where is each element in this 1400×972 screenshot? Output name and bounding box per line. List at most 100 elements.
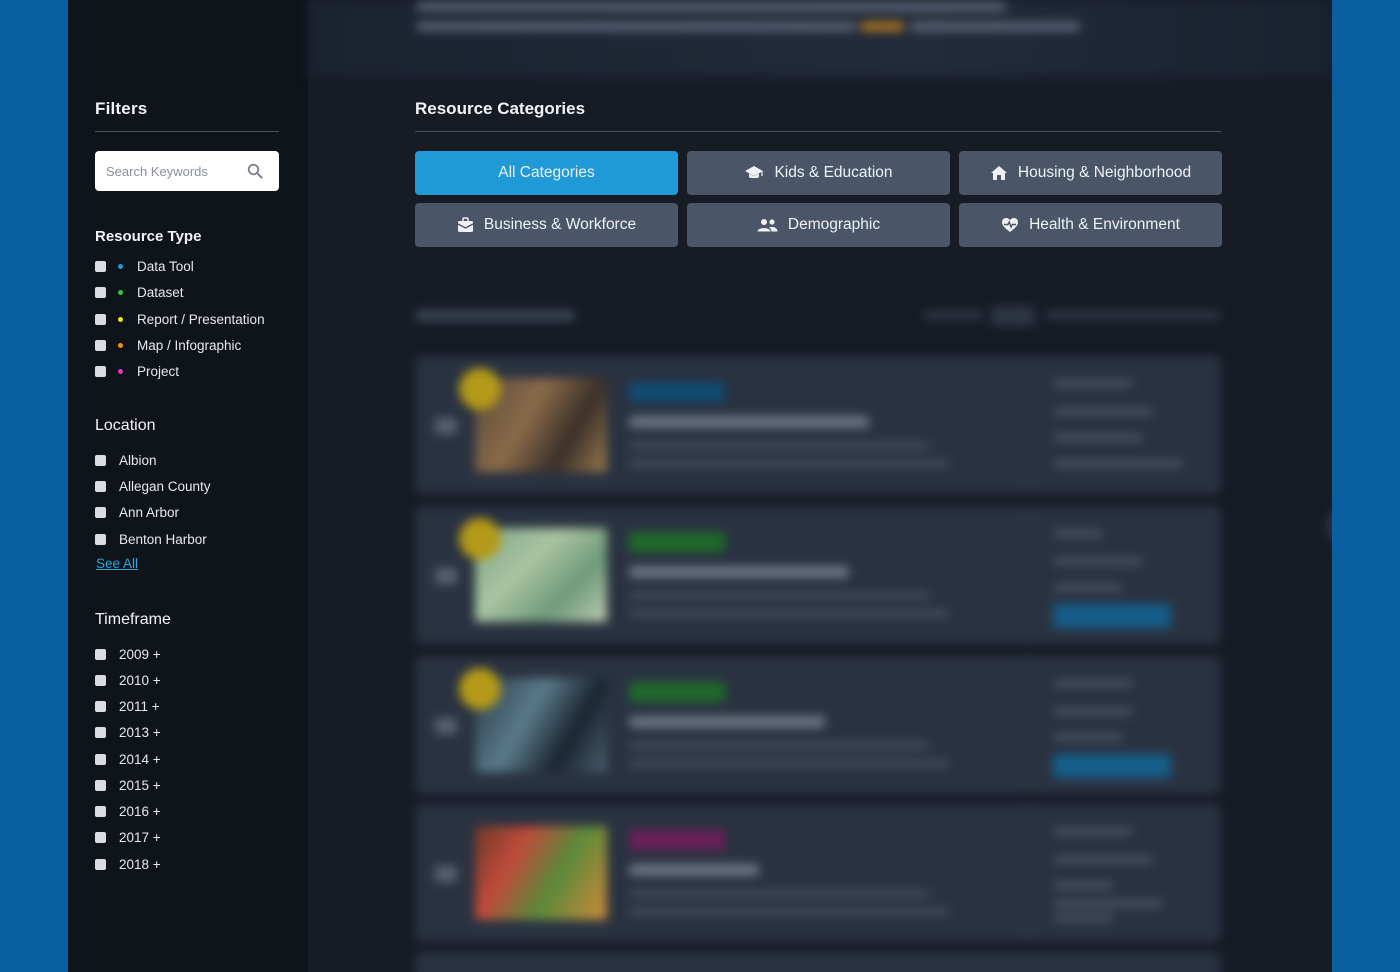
checkbox[interactable]	[95, 648, 106, 660]
option-label: 2011 +	[119, 698, 160, 714]
location-title: Location	[95, 417, 156, 434]
graduation-cap-icon	[745, 166, 764, 179]
category-housing-neighborhood-button[interactable]: Housing & Neighborhood	[959, 151, 1222, 195]
location-option[interactable]: Allegan County	[95, 477, 211, 495]
checkbox[interactable]	[95, 260, 106, 272]
checkbox[interactable]	[95, 286, 106, 298]
location-option[interactable]: Benton Harbor	[95, 530, 207, 548]
checkbox[interactable]	[95, 506, 106, 518]
resource-type-option[interactable]: Data Tool	[95, 257, 194, 275]
category-all-button[interactable]: All Categories	[415, 151, 678, 195]
option-label: 2016 +	[119, 803, 161, 819]
resource-card	[415, 952, 1221, 972]
checkbox[interactable]	[95, 313, 106, 325]
timeframe-option[interactable]: 2013 +	[95, 723, 161, 741]
option-label: Map / Infographic	[137, 337, 242, 353]
type-color-dot	[118, 263, 123, 269]
results-header	[415, 306, 1221, 326]
resource-type-title: Resource Type	[95, 228, 202, 245]
category-business-workforce-button[interactable]: Business & Workforce	[415, 203, 678, 247]
option-label: 2010 +	[119, 672, 161, 688]
timeframe-option[interactable]: 2010 +	[95, 671, 161, 689]
category-label: Business & Workforce	[483, 216, 637, 233]
app-window: Filters Resource Type Data Tool Dataset	[68, 0, 1332, 972]
checkbox[interactable]	[95, 339, 106, 351]
filters-divider	[95, 131, 279, 132]
category-label: Kids & Education	[774, 164, 893, 181]
checkbox[interactable]	[95, 700, 106, 712]
resource-type-option[interactable]: Dataset	[95, 283, 184, 301]
timeframe-option[interactable]: 2015 +	[95, 776, 161, 794]
category-demographic-button[interactable]: Demographic	[687, 203, 950, 247]
option-label: 2009 +	[119, 646, 161, 662]
option-label: Albion	[119, 452, 157, 468]
checkbox[interactable]	[95, 365, 106, 377]
location-option[interactable]: Albion	[95, 451, 157, 469]
heart-pulse-icon	[1002, 218, 1019, 232]
option-label: Report / Presentation	[137, 311, 265, 327]
checkbox[interactable]	[95, 454, 106, 466]
option-label: 2014 +	[119, 751, 161, 767]
hero-text-line	[416, 22, 856, 31]
hero-banner	[308, 0, 1332, 78]
search-icon[interactable]	[247, 163, 263, 179]
timeframe-option[interactable]: 2009 +	[95, 645, 161, 663]
categories-title: Resource Categories	[415, 99, 586, 118]
option-label: Project	[137, 363, 180, 379]
search-box[interactable]	[95, 151, 279, 191]
checkbox[interactable]	[95, 480, 106, 492]
blurred-results-background	[308, 0, 1332, 972]
search-input[interactable]	[106, 163, 236, 179]
timeframe-option[interactable]: 2017 +	[95, 828, 161, 846]
option-label: Dataset	[137, 284, 184, 300]
timeframe-option[interactable]: 2011 +	[95, 697, 160, 715]
checkbox[interactable]	[95, 674, 106, 686]
location-option[interactable]: Ann Arbor	[95, 503, 179, 521]
main-content: Resource Categories All Categories Kids …	[308, 0, 1332, 972]
resource-type-option[interactable]: Report / Presentation	[95, 310, 265, 328]
timeframe-option[interactable]: 2018 +	[95, 855, 161, 873]
briefcase-icon	[457, 217, 474, 232]
option-label: Data Tool	[137, 258, 194, 274]
option-label: 2013 +	[119, 724, 161, 740]
hero-link	[860, 22, 904, 31]
category-label: Housing & Neighborhood	[1017, 164, 1192, 181]
filters-title: Filters	[95, 99, 148, 118]
type-color-dot	[118, 368, 123, 374]
filters-sidebar: Filters Resource Type Data Tool Dataset	[68, 0, 308, 972]
resource-card	[415, 356, 1221, 494]
type-color-dot	[118, 289, 123, 295]
hero-text-line	[416, 2, 1006, 11]
timeframe-option[interactable]: 2014 +	[95, 750, 161, 768]
checkbox[interactable]	[95, 779, 106, 791]
timeframe-title: Timeframe	[95, 611, 171, 628]
scroll-top-button	[1326, 506, 1332, 546]
resource-card	[415, 506, 1221, 644]
checkbox[interactable]	[95, 726, 106, 738]
see-all-link[interactable]: See All	[96, 556, 138, 571]
checkbox[interactable]	[95, 858, 106, 870]
option-label: Ann Arbor	[119, 504, 180, 520]
category-label: Demographic	[787, 216, 881, 233]
resource-type-option[interactable]: Map / Infographic	[95, 336, 241, 354]
categories-divider	[415, 131, 1221, 132]
resource-card	[415, 656, 1221, 794]
timeframe-option[interactable]: 2016 +	[95, 802, 161, 820]
option-label: 2015 +	[119, 777, 161, 793]
option-label: Benton Harbor	[119, 531, 207, 547]
checkbox[interactable]	[95, 533, 106, 545]
people-icon	[757, 219, 778, 232]
category-health-environment-button[interactable]: Health & Environment	[959, 203, 1222, 247]
checkbox[interactable]	[95, 805, 106, 817]
category-kids-education-button[interactable]: Kids & Education	[687, 151, 950, 195]
option-label: 2017 +	[119, 829, 161, 845]
home-icon	[990, 166, 1007, 180]
resource-type-option[interactable]: Project	[95, 362, 179, 380]
hero-text-line	[910, 22, 1080, 31]
type-color-dot	[118, 342, 123, 348]
checkbox[interactable]	[95, 831, 106, 843]
option-label: 2018 +	[119, 856, 161, 872]
category-label: Health & Environment	[1029, 216, 1180, 233]
checkbox[interactable]	[95, 753, 106, 765]
resource-card	[415, 804, 1221, 942]
